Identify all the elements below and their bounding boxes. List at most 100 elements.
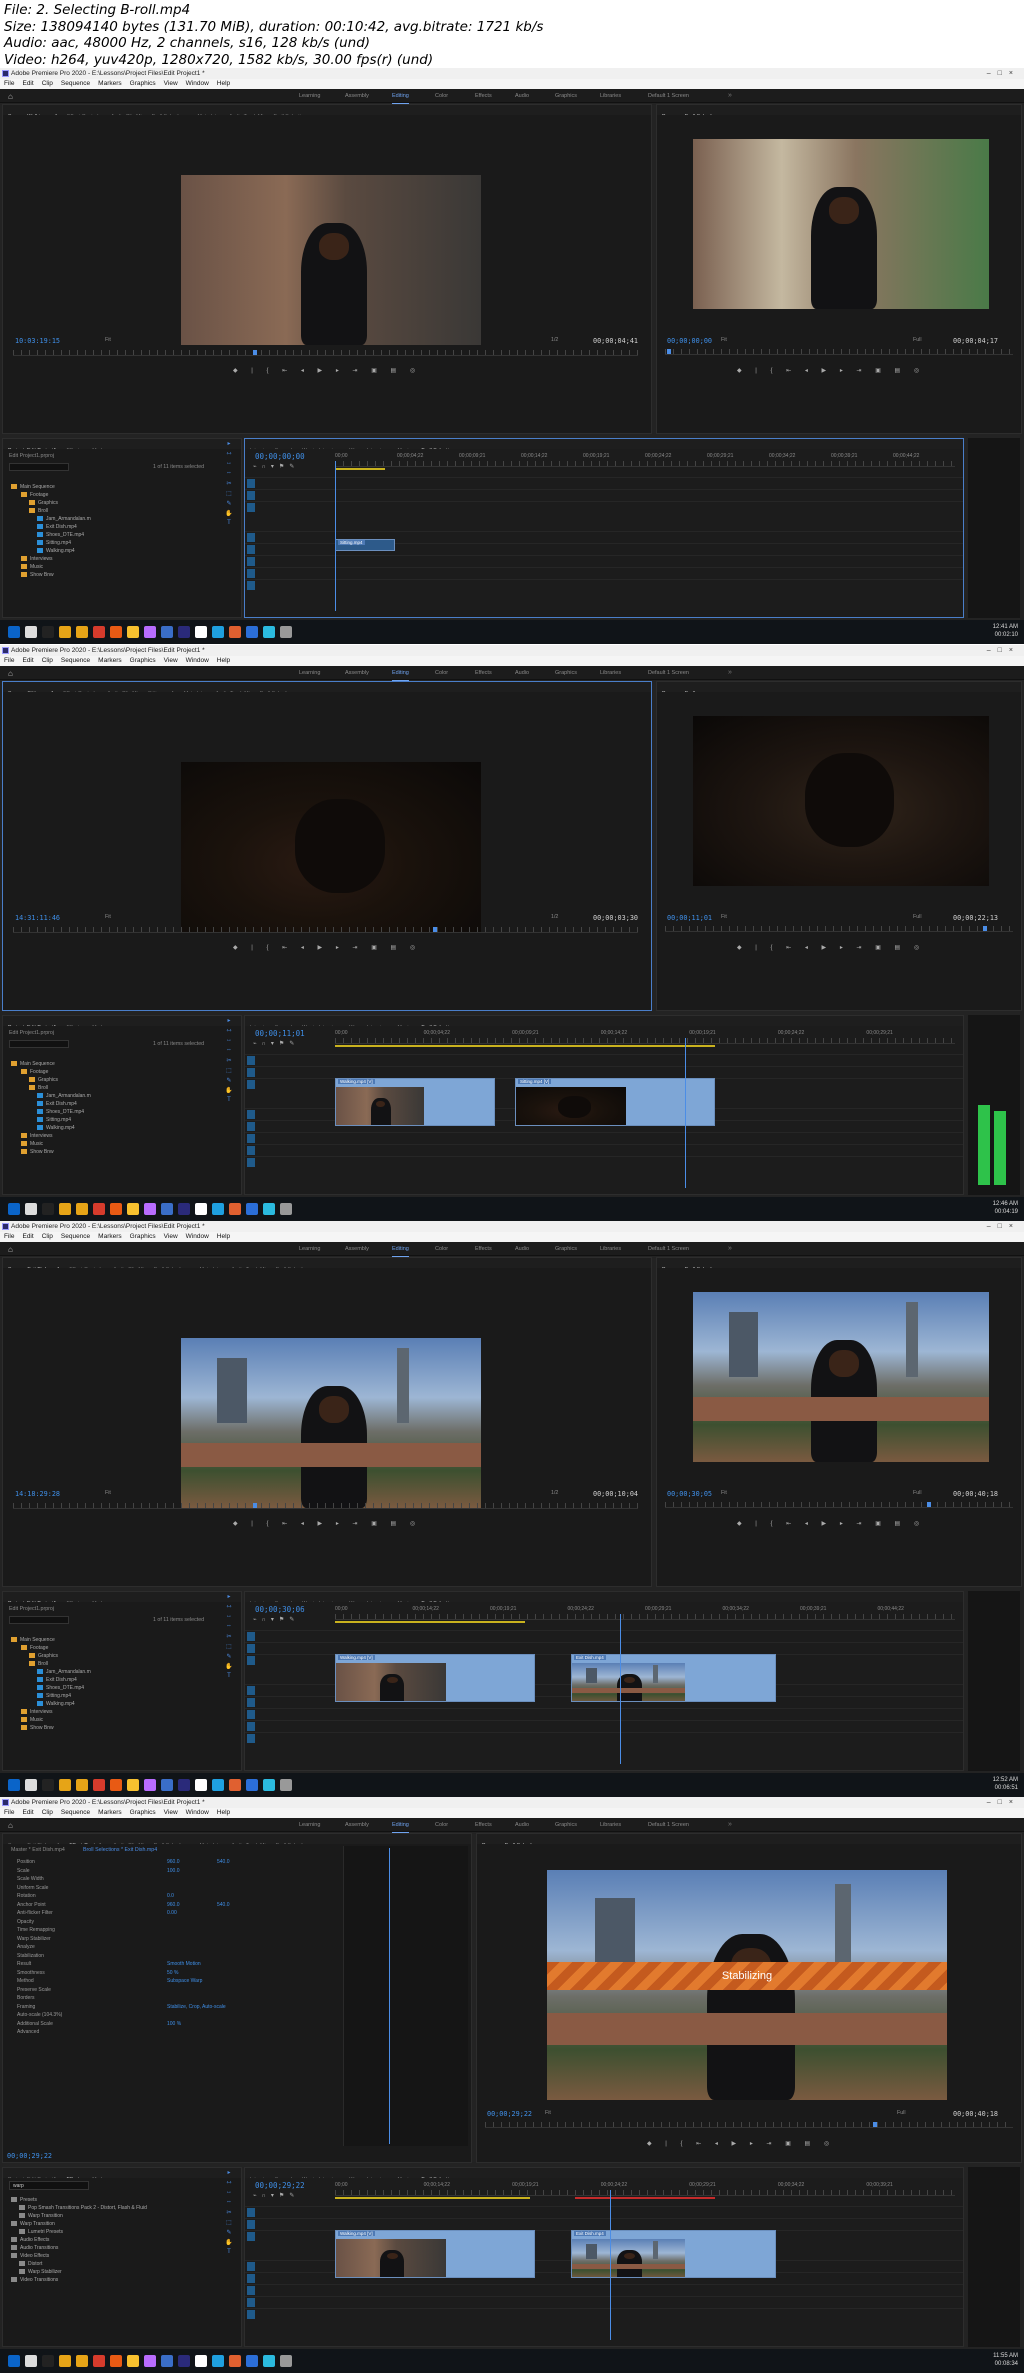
- bin-item[interactable]: Jam_Armandalan.m: [11, 1668, 211, 1676]
- effect-controls-playhead[interactable]: [389, 1848, 390, 2144]
- timeline-tab-1[interactable]: Warrie Interview: [302, 1023, 339, 1026]
- menu-window[interactable]: Window: [186, 657, 209, 664]
- source-transport-controls[interactable]: ◆ | { ⇤ ◂ ▶ ▸ ⇥ ▣ ▤ ◎: [233, 944, 421, 952]
- home-icon[interactable]: ⌂: [8, 1245, 13, 1254]
- timeline-playhead[interactable]: [335, 461, 336, 611]
- tool-icon-6[interactable]: ✎: [224, 1077, 234, 1087]
- effects-tree-item[interactable]: Lumetri Presets: [11, 2228, 231, 2236]
- effect-property-value[interactable]: 0.00: [167, 1909, 217, 1918]
- sequence-timecode[interactable]: 00;00;11;01: [255, 1029, 305, 1038]
- bin-item[interactable]: Graphics: [11, 499, 211, 507]
- tool-icon-6[interactable]: ✎: [224, 500, 234, 510]
- effects-tree-item[interactable]: Distort: [11, 2260, 231, 2268]
- menu-clip[interactable]: Clip: [42, 80, 53, 87]
- taskbar-app-icon[interactable]: [263, 2355, 275, 2367]
- track-target-toggle[interactable]: [247, 1068, 255, 1077]
- track-target-toggle[interactable]: [247, 1632, 255, 1641]
- workspace-tab-editing[interactable]: Editing: [392, 89, 409, 104]
- menu-graphics[interactable]: Graphics: [130, 1233, 156, 1240]
- tool-icon-4[interactable]: ✂: [224, 2209, 234, 2219]
- menu-markers[interactable]: Markers: [98, 80, 121, 87]
- taskbar-app-icon[interactable]: [212, 626, 224, 638]
- track-target-toggle[interactable]: [247, 581, 255, 590]
- tool-icon-8[interactable]: T: [224, 1097, 234, 1107]
- source-tab-2[interactable]: Audio Clip Mixer: Broll Selections: [111, 112, 187, 115]
- menu-markers[interactable]: Markers: [98, 657, 121, 664]
- bin-item[interactable]: Jam_Armandalan.m: [11, 515, 211, 523]
- taskbar-app-icon[interactable]: [229, 1203, 241, 1215]
- taskbar-app-icon[interactable]: [144, 1203, 156, 1215]
- program-fit-dropdown[interactable]: Fit: [721, 1490, 727, 1496]
- workspace-tab-color[interactable]: Color: [435, 666, 448, 680]
- effect-property-value[interactable]: 960.0: [167, 1858, 217, 1867]
- effect-property-value[interactable]: Smooth Motion: [167, 1960, 217, 1969]
- timeline-tab-3[interactable]: Macie: [398, 1023, 412, 1026]
- workspace-more-icon[interactable]: »: [728, 89, 732, 103]
- project-tab-1[interactable]: Effects: [66, 2175, 82, 2178]
- tool-icon-8[interactable]: T: [224, 520, 234, 530]
- project-tab-1[interactable]: Effects: [66, 1599, 82, 1602]
- bin-item[interactable]: Shoes_DTE.mp4: [11, 531, 211, 539]
- bin-item[interactable]: Exit Dish.mp4: [11, 523, 211, 531]
- track-target-toggle[interactable]: [247, 533, 255, 542]
- menu-markers[interactable]: Markers: [98, 1233, 121, 1240]
- program-fit-dropdown[interactable]: Fit: [721, 914, 727, 920]
- taskbar-app-icon[interactable]: [229, 626, 241, 638]
- timeline-tab-4[interactable]: Broll Selections: [421, 446, 457, 449]
- menu-clip[interactable]: Clip: [42, 1233, 53, 1240]
- timeline-clip[interactable]: Walking.mp4 [V]: [335, 1654, 535, 1702]
- tool-icon-0[interactable]: ▸: [224, 440, 234, 450]
- workspace-tab-assembly[interactable]: Assembly: [345, 666, 369, 680]
- source-playhead[interactable]: [253, 1503, 257, 1508]
- source-tab-0[interactable]: Source: Exit Dish.mp4: [8, 1841, 59, 1844]
- taskbar-app-icon[interactable]: [161, 626, 173, 638]
- workspace-more-icon[interactable]: »: [728, 1242, 732, 1256]
- menu-edit[interactable]: Edit: [22, 80, 33, 87]
- track-target-toggle[interactable]: [247, 1656, 255, 1665]
- taskbar-app-icon[interactable]: [195, 1779, 207, 1791]
- taskbar-app-icon[interactable]: [127, 1779, 139, 1791]
- bin-item[interactable]: Main Sequence: [11, 483, 211, 491]
- window-controls[interactable]: –□×: [987, 645, 1020, 656]
- taskbar-app-icon[interactable]: [263, 1779, 275, 1791]
- tool-icon-7[interactable]: ✋: [224, 510, 234, 520]
- workspace-tab-default-1-screen[interactable]: Default 1 Screen: [648, 666, 689, 680]
- source-tab-4[interactable]: Audio Track Mixer: Broll Selections: [229, 112, 309, 115]
- program-transport-controls[interactable]: ◆ | { ⇤ ◂ ▶ ▸ ⇥ ▣ ▤ ◎: [737, 367, 925, 375]
- bin-item[interactable]: Music: [11, 563, 211, 571]
- project-tab-2[interactable]: Markers: [92, 2175, 111, 2178]
- tool-icon-6[interactable]: ✎: [224, 2229, 234, 2239]
- bin-item[interactable]: Graphics: [11, 1076, 211, 1084]
- menu-sequence[interactable]: Sequence: [61, 657, 90, 664]
- track-target-toggle[interactable]: [247, 503, 255, 512]
- timeline-tab-0[interactable]: Interviews Synced: [250, 1599, 292, 1602]
- track-target-toggle[interactable]: [247, 2286, 255, 2295]
- taskbar-app-icon[interactable]: [110, 2355, 122, 2367]
- track-target-toggle[interactable]: [247, 2310, 255, 2319]
- tool-icon-7[interactable]: ✋: [224, 2239, 234, 2249]
- source-tab-3[interactable]: Metadata: [197, 112, 219, 115]
- program-transport-controls[interactable]: ◆ | { ⇤ ◂ ▶ ▸ ⇥ ▣ ▤ ◎: [647, 2140, 835, 2148]
- timeline-tab-0[interactable]: Interviews Synced: [250, 2175, 292, 2178]
- track-target-toggle[interactable]: [247, 491, 255, 500]
- effects-tree-item[interactable]: Audio Effects: [11, 2236, 231, 2244]
- timeline-tab-1[interactable]: Warrie Interview: [302, 1599, 339, 1602]
- menu-edit[interactable]: Edit: [22, 657, 33, 664]
- program-timecode[interactable]: 00;00;11;01: [667, 914, 712, 922]
- taskbar-app-icon[interactable]: [76, 1779, 88, 1791]
- taskbar-app-icon[interactable]: [110, 1203, 122, 1215]
- source-fit-dropdown[interactable]: Fit: [105, 337, 111, 343]
- bin-item[interactable]: Broll: [11, 1084, 211, 1092]
- workspace-tab-effects[interactable]: Effects: [475, 666, 492, 680]
- source-playhead[interactable]: [433, 927, 437, 932]
- tool-icon-3[interactable]: ⇔: [224, 1623, 234, 1633]
- taskbar-app-icon[interactable]: [195, 1203, 207, 1215]
- effects-tree-item[interactable]: Pop Smash Transitions Pack 2 - Distort, …: [11, 2204, 231, 2212]
- menu-file[interactable]: File: [4, 80, 14, 87]
- timeline-tab-2[interactable]: Wayne Interview: [349, 1023, 387, 1026]
- source-fit-dropdown[interactable]: Fit: [105, 914, 111, 920]
- bin-item[interactable]: Interviews: [11, 555, 211, 563]
- bin-item[interactable]: Sitting.mp4: [11, 539, 211, 547]
- program-tab[interactable]: Program: Broll Selections: [482, 1841, 541, 1844]
- source-resolution[interactable]: 1/2: [551, 337, 558, 343]
